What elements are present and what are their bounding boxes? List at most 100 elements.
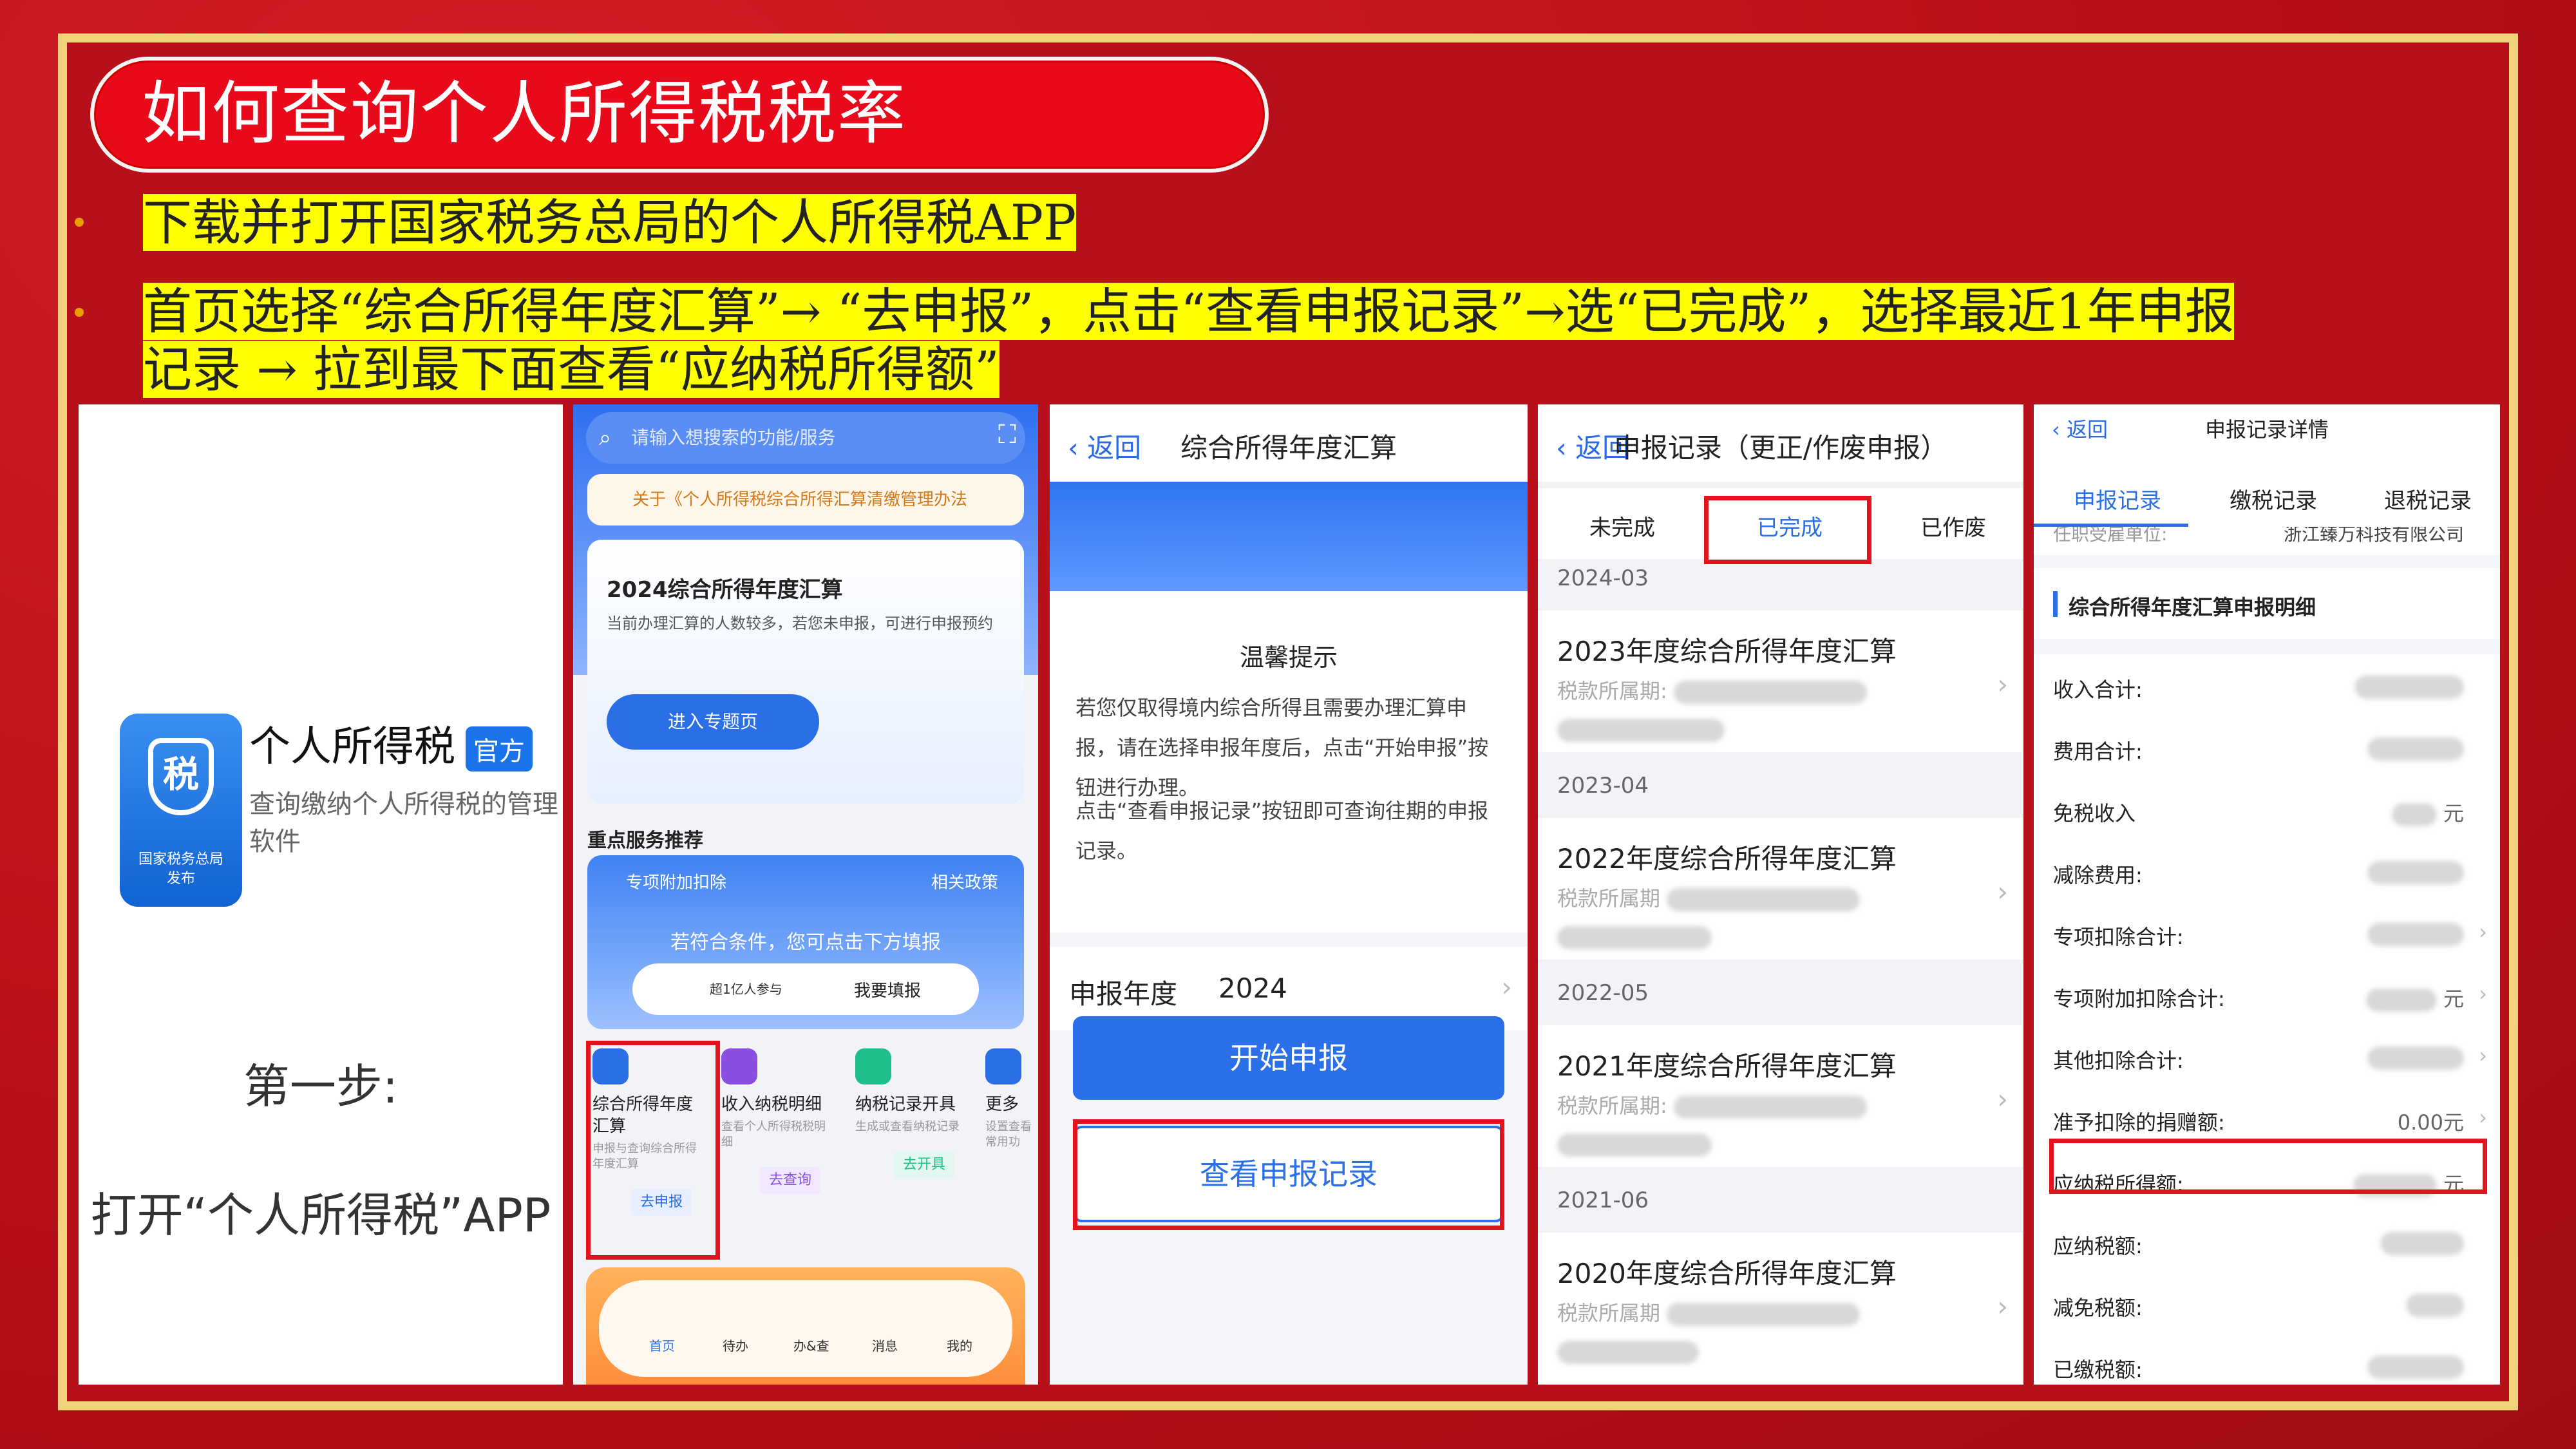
notice-bar[interactable]: 关于《个人所得税综合所得汇算清缴管理办法 bbox=[587, 474, 1024, 526]
redacted-value bbox=[2367, 737, 2464, 761]
fill-in-bar[interactable]: 超1亿人参与 我要填报 bbox=[632, 963, 979, 1015]
bullet-dot bbox=[75, 218, 84, 227]
bullet-dot bbox=[75, 308, 84, 317]
entry-annual-settlement[interactable]: 综合所得年度汇算 申报与查询综合所得年度汇算 去申报 bbox=[592, 1048, 702, 1216]
search-input[interactable]: 请输入想搜索的功能/服务 bbox=[586, 412, 1025, 464]
go-query-button[interactable]: 去查询 bbox=[760, 1167, 821, 1194]
tab-declaration-record[interactable]: 申报记录 bbox=[2074, 483, 2161, 515]
scan-icon[interactable]: ⛶ bbox=[998, 420, 1016, 450]
redacted-value bbox=[2367, 1046, 2464, 1070]
entry-title: 纳税记录开具 bbox=[855, 1095, 956, 1114]
employer-value: 浙江臻万科技有限公司 bbox=[2283, 527, 2464, 545]
detail-row[interactable]: 减除费用: bbox=[2034, 840, 2500, 902]
banner-title: 2024综合所得年度汇算 bbox=[607, 577, 843, 603]
redacted-value bbox=[2367, 923, 2464, 946]
detail-row[interactable]: 收入合计: bbox=[2034, 654, 2500, 716]
detail-row[interactable]: 已缴税额: bbox=[2034, 1334, 2500, 1385]
panel-declaration-records: ‹ 返回 申报记录（更正/作废申报） 未完成 已完成 已作废 2024-03 2… bbox=[1538, 404, 2023, 1385]
deduction-prompt: 若符合条件，您可点击下方填报 bbox=[670, 931, 941, 954]
special-deduction-card[interactable]: 专项附加扣除 相关政策 若符合条件，您可点击下方填报 超1亿人参与 我要填报 bbox=[587, 855, 1024, 1029]
record-title: 2023年度综合所得年度汇算 bbox=[1557, 636, 1897, 667]
entry-income-details[interactable]: 收入纳税明细 查看个人所得税税明细 去查询 bbox=[721, 1048, 831, 1194]
bullet-3: 记录 → 拉到最下面查看“应纳税所得额” bbox=[143, 340, 999, 399]
detail-row[interactable]: 其他扣除合计: › bbox=[2034, 1025, 2500, 1087]
detail-row[interactable]: 专项附加扣除合计: 元 › bbox=[2034, 963, 2500, 1025]
tip-2: 点击“查看申报记录”按钮即可查询往期的申报记录。 bbox=[1075, 799, 1489, 863]
record-date: 2024-03 bbox=[1557, 565, 1649, 591]
section-title: 综合所得年度汇算申报明细 bbox=[2069, 595, 2316, 620]
nav-messages[interactable]: 消息 bbox=[872, 1336, 898, 1354]
record-title: 2021年度综合所得年度汇算 bbox=[1557, 1050, 1897, 1082]
redacted-value bbox=[1667, 1303, 1861, 1326]
nav-home[interactable]: 首页 bbox=[649, 1336, 675, 1354]
detail-label: 收入合计: bbox=[2053, 677, 2143, 702]
redacted-value bbox=[2367, 861, 2464, 884]
nav-todo[interactable]: 待办 bbox=[723, 1336, 748, 1354]
nav-mine[interactable]: 我的 bbox=[947, 1336, 972, 1354]
panel-annual-settlement: ‹ 返回 综合所得年度汇算 温馨提示 若您仅取得境内综合所得且需要办理汇算申报，… bbox=[1050, 404, 1528, 1385]
record-item[interactable]: 2022年度综合所得年度汇算 税款所属期 › bbox=[1538, 818, 2023, 960]
participants-text: 超1亿人参与 bbox=[710, 981, 782, 997]
entry-more[interactable]: 更多 设置查看常用功 bbox=[985, 1048, 1037, 1150]
tip-1: 若您仅取得境内综合所得且需要办理汇算申报，请在选择申报年度后，点击“开始申报”按… bbox=[1075, 696, 1489, 800]
chevron-right-icon: › bbox=[2479, 981, 2487, 1006]
header-illustration bbox=[1050, 482, 1528, 591]
page-title: 综合所得年度汇算 bbox=[1180, 432, 1397, 464]
policy-link[interactable]: 相关政策 bbox=[931, 869, 998, 893]
start-declare-button[interactable]: 开始申报 bbox=[1073, 1016, 1504, 1100]
entry-tax-record[interactable]: 纳税记录开具 生成或查看纳税记录 去开具 bbox=[855, 1048, 965, 1179]
view-records-button[interactable]: 查看申报记录 bbox=[1073, 1126, 1504, 1222]
tab-completed[interactable]: 已完成 bbox=[1757, 510, 1823, 542]
year-value: 2024 bbox=[1218, 972, 1287, 1004]
bottom-nav: 首页 待办 办&查 消息 我的 bbox=[599, 1280, 1012, 1377]
tips-title: 温馨提示 bbox=[1239, 643, 1338, 672]
detail-row[interactable]: 减免税额: bbox=[2034, 1273, 2500, 1334]
search-icon: ⌕ bbox=[599, 425, 612, 451]
tab-refund-record[interactable]: 退税记录 bbox=[2384, 483, 2472, 515]
redacted-value bbox=[1557, 718, 1725, 742]
tab-payment-record[interactable]: 缴税记录 bbox=[2230, 483, 2317, 515]
section-header: 综合所得年度汇算申报明细 bbox=[2034, 568, 2500, 639]
enter-topic-button[interactable]: 进入专题页 bbox=[607, 694, 819, 750]
tab-incomplete[interactable]: 未完成 bbox=[1589, 510, 1655, 542]
step-title: 第一步: bbox=[243, 1059, 399, 1113]
bullet-3-text: 记录 → 拉到最下面查看“应纳税所得额” bbox=[143, 341, 999, 398]
detail-row[interactable]: 应纳税额: bbox=[2034, 1211, 2500, 1273]
record-title: 2022年度综合所得年度汇算 bbox=[1557, 843, 1897, 875]
employer-row: 任职受雇单位: 浙江臻万科技有限公司 bbox=[2034, 527, 2500, 555]
taxable-income-row[interactable]: 应纳税所得额: 元 bbox=[2034, 1149, 2500, 1211]
detail-value: 0.00元 bbox=[2397, 1110, 2464, 1135]
fill-in-button[interactable]: 我要填报 bbox=[854, 978, 921, 1001]
entry-desc: 申报与查询综合所得年度汇算 bbox=[592, 1142, 697, 1171]
record-item[interactable]: 2023年度综合所得年度汇算 税款所属期: › bbox=[1538, 611, 2023, 752]
detail-label: 专项附加扣除合计: bbox=[2053, 987, 2225, 1011]
redacted-value bbox=[1557, 925, 1712, 949]
detail-row[interactable]: 专项扣除合计: › bbox=[2034, 902, 2500, 963]
section-marker bbox=[2053, 591, 2058, 617]
app-description: 查询缴纳个人所得税的管理软件 bbox=[249, 790, 558, 857]
chevron-right-icon: › bbox=[1997, 1291, 2008, 1322]
redacted-value bbox=[1557, 1133, 1712, 1157]
panel-app-home: 请输入想搜索的功能/服务 ⌕ ⛶ 关于《个人所得税综合所得汇算清缴管理办法 20… bbox=[573, 404, 1038, 1385]
record-period: 税款所属期 bbox=[1557, 1301, 1661, 1325]
detail-label: 准予扣除的捐赠额: bbox=[2053, 1110, 2225, 1135]
detail-row[interactable]: 准予扣除的捐赠额: 0.00元 › bbox=[2034, 1087, 2500, 1149]
shield-icon: 税 bbox=[148, 738, 214, 815]
detail-label: 专项扣除合计: bbox=[2053, 925, 2184, 949]
record-item[interactable]: 2021年度综合所得年度汇算 税款所属期: › bbox=[1538, 1025, 2023, 1167]
section-title: 重点服务推荐 bbox=[587, 829, 703, 852]
tab-voided[interactable]: 已作废 bbox=[1920, 510, 1986, 542]
nav-handle-query[interactable]: 办&查 bbox=[793, 1336, 829, 1354]
official-badge: 官方 bbox=[466, 726, 533, 772]
detail-row[interactable]: 免税收入 元 bbox=[2034, 778, 2500, 840]
app-name: 个人所得税 官方 bbox=[249, 714, 533, 773]
record-item[interactable]: 2020年度综合所得年度汇算 税款所属期 › bbox=[1538, 1233, 2023, 1385]
entry-title: 综合所得年度汇算 bbox=[592, 1095, 694, 1136]
go-issue-button[interactable]: 去开具 bbox=[894, 1151, 955, 1179]
record-period: 税款所属期: bbox=[1557, 1094, 1667, 1118]
go-declare-button[interactable]: 去申报 bbox=[631, 1189, 692, 1216]
tax-app-icon[interactable]: 税 国家税务总局 发布 bbox=[120, 714, 242, 907]
detail-row[interactable]: 费用合计: bbox=[2034, 716, 2500, 778]
deduction-title: 专项附加扣除 bbox=[626, 873, 727, 893]
bullet-1-text: 下载并打开国家税务总局的个人所得税APP bbox=[143, 194, 1077, 251]
